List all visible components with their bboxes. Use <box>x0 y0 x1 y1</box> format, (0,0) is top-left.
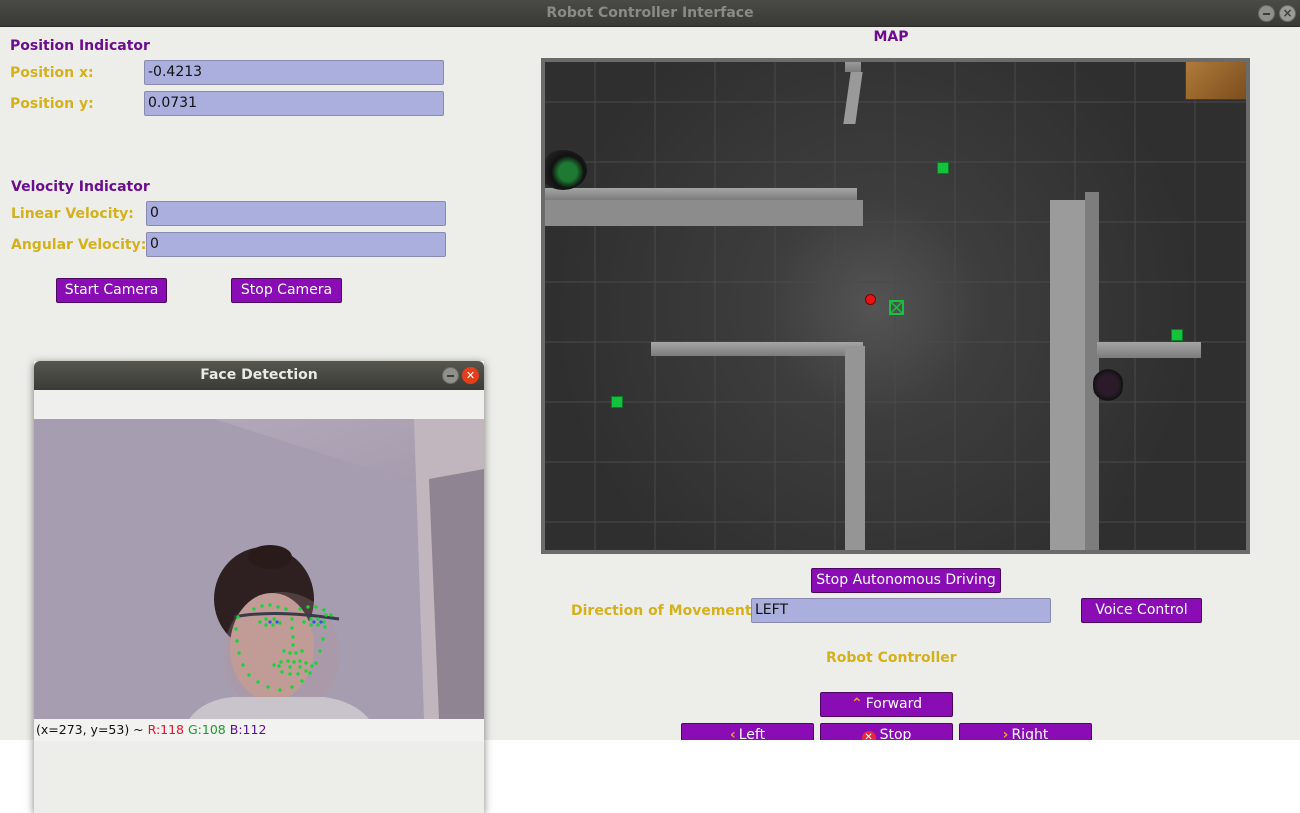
goal-marker <box>1171 329 1183 341</box>
position-y-label: Position y: <box>10 96 94 112</box>
status-coords: (x=273, y=53) ~ <box>36 722 144 737</box>
pixel-status-bar: (x=273, y=53) ~ R:118 G:108 B:112 <box>34 719 484 741</box>
linear-velocity-field[interactable]: 0 <box>146 201 446 226</box>
minimize-icon[interactable] <box>1258 5 1275 22</box>
current-goal-marker <box>889 300 904 315</box>
left-button[interactable]: ‹ Left <box>681 723 814 740</box>
right-button[interactable]: › Right <box>959 723 1092 740</box>
angular-velocity-field[interactable]: 0 <box>146 232 446 257</box>
stop-autonomous-driving-button[interactable]: Stop Autonomous Driving <box>811 568 1001 593</box>
stop-camera-button[interactable]: Stop Camera <box>231 278 342 303</box>
map-view <box>541 58 1250 554</box>
voice-control-button[interactable]: Voice Control <box>1081 598 1202 623</box>
wall <box>545 200 863 226</box>
status-blue-value: B:112 <box>229 722 267 737</box>
minimize-icon[interactable] <box>442 367 459 384</box>
robot-position-marker <box>865 294 876 305</box>
direction-field[interactable]: LEFT <box>751 598 1051 623</box>
stop-label: Stop <box>879 727 912 740</box>
position-x-field[interactable]: -0.4213 <box>144 60 444 85</box>
chevron-right-icon: › <box>1002 727 1009 740</box>
stop-button[interactable]: ✕ Stop <box>820 723 953 740</box>
face-window-toolbar <box>34 390 484 419</box>
face-window-title: Face Detection <box>200 367 318 383</box>
close-icon[interactable]: ✕ <box>462 367 479 384</box>
linear-velocity-label: Linear Velocity: <box>11 206 134 222</box>
wall <box>845 346 865 550</box>
chevron-up-icon: ⌃ <box>850 696 863 712</box>
map-title: MAP <box>873 29 909 45</box>
forward-button[interactable]: ⌃ Forward <box>820 692 953 717</box>
right-label: Right <box>1011 727 1049 740</box>
face-detection-window[interactable]: Face Detection ✕ (x=273, y=53) ~ R:118 G… <box>34 361 484 813</box>
wall <box>545 188 857 200</box>
wall <box>651 342 863 356</box>
status-green-value: G:108 <box>188 722 226 737</box>
window-title: Robot Controller Interface <box>546 5 754 21</box>
camera-frame <box>34 419 484 719</box>
close-icon[interactable]: × <box>1279 5 1296 22</box>
robot-controller-title: Robot Controller <box>826 650 957 666</box>
chevron-left-icon: ‹ <box>729 727 736 740</box>
window-titlebar[interactable]: Robot Controller Interface × <box>0 0 1300 27</box>
position-section-title: Position Indicator <box>10 38 150 54</box>
goal-marker <box>611 396 623 408</box>
left-label: Left <box>738 727 766 740</box>
other-robot <box>545 150 587 190</box>
wall <box>845 62 861 72</box>
start-camera-button[interactable]: Start Camera <box>56 278 167 303</box>
position-y-field[interactable]: 0.0731 <box>144 91 444 116</box>
other-robot <box>1093 364 1123 406</box>
velocity-section-title: Velocity Indicator <box>11 179 150 195</box>
position-x-label: Position x: <box>10 65 94 81</box>
forward-label: Forward <box>865 696 923 712</box>
status-red-value: R:118 <box>147 722 185 737</box>
angular-velocity-label: Angular Velocity: <box>11 237 147 253</box>
goal-marker <box>937 162 949 174</box>
camera-view[interactable] <box>34 419 484 719</box>
crate-obstacle <box>1185 62 1246 100</box>
wall <box>1050 200 1088 550</box>
face-window-titlebar[interactable]: Face Detection ✕ <box>34 361 484 390</box>
direction-label: Direction of Movement <box>571 603 752 619</box>
stop-circle-icon: ✕ <box>861 731 876 740</box>
wall <box>1097 342 1201 358</box>
